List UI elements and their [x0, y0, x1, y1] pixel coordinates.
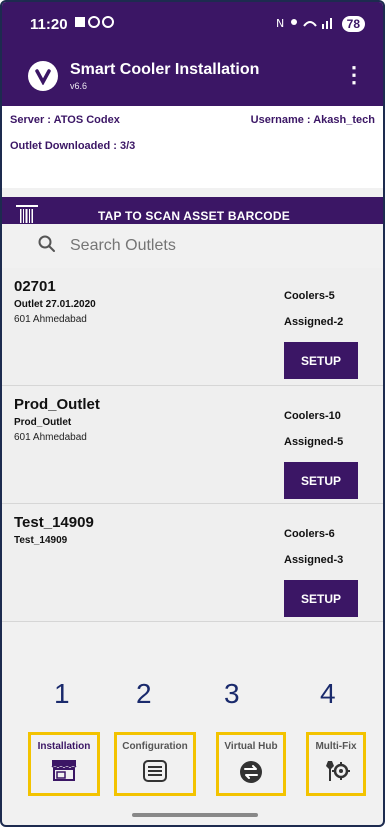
svg-text:N: N [276, 17, 284, 30]
scan-barcode-label: TAP TO SCAN ASSET BARCODE [98, 209, 290, 223]
tools-icon [322, 758, 350, 789]
annotation-number: 4 [320, 678, 336, 709]
nav-tab-label: Configuration [122, 741, 188, 752]
app-logo-icon [28, 61, 58, 91]
outlet-subtitle: Outlet 27.01.2020 [14, 299, 96, 310]
setup-button[interactable]: SETUP [284, 580, 358, 617]
outlet-downloaded-label: Outlet Downloaded : 3/3 [10, 140, 136, 152]
search-bar[interactable] [2, 224, 383, 268]
nav-tab-multi-fix[interactable]: Multi-Fix [306, 732, 366, 796]
nav-tab-installation[interactable]: Installation [28, 732, 100, 796]
overflow-menu-icon[interactable]: ⋮ [343, 62, 365, 88]
nav-tab-label: Multi-Fix [315, 741, 357, 752]
username-label: Username : Akash_tech [250, 114, 375, 126]
home-indicator[interactable] [132, 813, 258, 817]
outlet-card[interactable]: Test_14909 Test_14909 Coolers-6 Assigned… [2, 504, 383, 622]
session-info: Server : ATOS Codex Username : Akash_tec… [2, 106, 383, 188]
list-icon [141, 758, 169, 789]
search-icon [38, 235, 56, 258]
outlet-name: Prod_Outlet [14, 396, 100, 413]
outlet-card[interactable]: Prod_Outlet Prod_Outlet 601 Ahmedabad Co… [2, 386, 383, 504]
setup-button[interactable]: SETUP [284, 342, 358, 379]
storefront-icon [50, 758, 78, 787]
search-input[interactable] [70, 237, 330, 255]
outlet-subtitle: Prod_Outlet [14, 417, 72, 428]
nav-tab-label: Installation [37, 741, 91, 752]
outlet-name: 02701 [14, 278, 56, 295]
outlet-card[interactable]: 02701 Outlet 27.01.2020 601 Ahmedabad Co… [2, 268, 383, 386]
outlet-coolers: Coolers-5 [284, 290, 335, 302]
phone-frame: 11:20 N 78 Smart Cooler Installation v6.… [0, 0, 385, 827]
sync-icon [237, 758, 265, 791]
signal-icon: N [276, 16, 336, 33]
outlet-assigned: Assigned-3 [284, 554, 344, 566]
notification-icon [74, 15, 116, 33]
outlet-location: 601 Ahmedabad [14, 314, 87, 325]
app-title: Smart Cooler Installation [70, 61, 260, 78]
outlet-subtitle: Test_14909 [14, 535, 68, 546]
server-label: Server : ATOS Codex [10, 114, 120, 126]
outlet-name: Test_14909 [14, 514, 94, 531]
annotation-number: 3 [224, 678, 240, 709]
nav-tab-configuration[interactable]: Configuration [114, 732, 196, 796]
app-bar: Smart Cooler Installation v6.6 ⋮ [2, 46, 383, 106]
outlet-location: 601 Ahmedabad [14, 432, 87, 443]
nav-tab-label: Virtual Hub [224, 741, 278, 752]
status-time: 11:20 [30, 15, 68, 33]
annotation-number: 1 [54, 678, 70, 709]
outlet-assigned: Assigned-5 [284, 436, 344, 448]
outlet-coolers: Coolers-10 [284, 410, 341, 422]
status-bar: 11:20 N 78 [2, 2, 383, 46]
outlet-coolers: Coolers-6 [284, 528, 335, 540]
outlet-assigned: Assigned-2 [284, 316, 344, 328]
annotation-number: 2 [136, 678, 152, 709]
app-version: v6.6 [70, 81, 88, 91]
nav-tab-virtual-hub[interactable]: Virtual Hub [216, 732, 286, 796]
setup-button[interactable]: SETUP [284, 462, 358, 499]
battery-icon: 78 [341, 16, 365, 32]
